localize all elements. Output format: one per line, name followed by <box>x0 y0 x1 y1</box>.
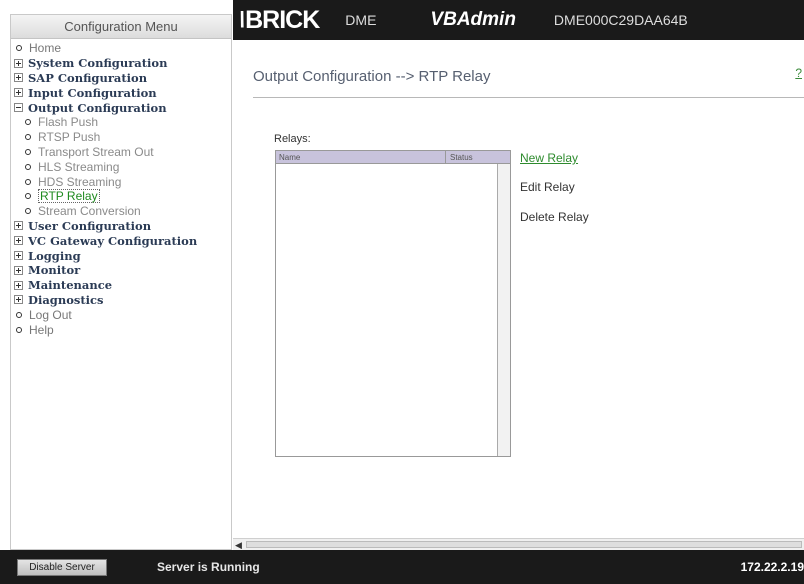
expand-plus-icon[interactable] <box>14 73 23 83</box>
table-scrollbar[interactable] <box>497 164 510 456</box>
menu-item-label: Transport Stream Out <box>38 144 154 159</box>
menu-item-system-configuration[interactable]: System Configuration <box>11 56 231 71</box>
menu-item-label: Flash Push <box>38 115 99 130</box>
menu-item-label: Diagnostics <box>28 292 104 307</box>
menu-item-home[interactable]: Home <box>11 41 231 56</box>
menu-item-label: Input Configuration <box>28 85 157 100</box>
disable-server-button[interactable]: Disable Server <box>17 558 107 576</box>
bullet-icon <box>25 193 31 200</box>
relays-table[interactable]: Name Status <box>275 150 511 457</box>
menu-list: Home System Configuration SAP Configuratio… <box>11 39 231 337</box>
column-header-status[interactable]: Status <box>446 151 510 163</box>
menu-item-label: RTP Relay <box>38 189 100 204</box>
expand-plus-icon[interactable] <box>14 295 23 305</box>
column-header-name[interactable]: Name <box>276 151 446 163</box>
bullet-icon <box>16 45 22 52</box>
server-status: Server is Running <box>157 560 260 574</box>
menu-item-hds-streaming[interactable]: HDS Streaming <box>11 174 231 189</box>
menu-item-help[interactable]: Help <box>11 322 231 337</box>
menu-title: Configuration Menu <box>11 15 231 39</box>
menu-item-monitor[interactable]: Monitor <box>11 263 231 278</box>
expand-plus-icon[interactable] <box>14 265 23 275</box>
collapse-minus-icon[interactable] <box>14 103 23 113</box>
app-name: VBAdmin <box>430 9 516 30</box>
menu-item-label: Monitor <box>28 263 81 278</box>
expand-plus-icon[interactable] <box>14 58 23 68</box>
menu-item-rtp-relay[interactable]: RTP Relay <box>11 189 231 204</box>
vbrick-logo: \ BRICK <box>237 5 320 35</box>
relays-label: Relays: <box>274 133 311 145</box>
menu-item-label: SAP Configuration <box>28 70 148 85</box>
bullet-icon <box>25 134 31 141</box>
server-ip: 172.22.2.19 <box>740 560 804 574</box>
menu-item-vc-gateway-configuration[interactable]: VC Gateway Configuration <box>11 233 231 248</box>
menu-item-label: User Configuration <box>28 218 152 233</box>
expand-plus-icon[interactable] <box>14 251 23 261</box>
device-id: DME000C29DAA64B <box>553 12 688 28</box>
expand-plus-icon[interactable] <box>14 236 23 246</box>
bullet-icon <box>25 163 31 170</box>
menu-item-label: Logging <box>28 248 81 263</box>
page-title: Output Configuration --> RTP Relay <box>253 68 491 85</box>
bullet-icon <box>25 148 31 155</box>
top-header: \ BRICK DME VBAdmin DME000C29DAA64B <box>233 0 804 40</box>
menu-item-label: HDS Streaming <box>38 174 122 189</box>
menu-item-label: System Configuration <box>28 56 168 71</box>
main-content: Output Configuration --> RTP Relay ? Rel… <box>233 40 804 550</box>
edit-relay-link[interactable]: Edit Relay <box>520 180 575 194</box>
menu-item-label: Stream Conversion <box>38 204 141 219</box>
menu-item-logging[interactable]: Logging <box>11 248 231 263</box>
menu-item-sap-configuration[interactable]: SAP Configuration <box>11 71 231 86</box>
title-divider <box>253 97 804 98</box>
menu-item-maintenance[interactable]: Maintenance <box>11 278 231 293</box>
new-relay-link[interactable]: New Relay <box>520 151 578 165</box>
bullet-icon <box>16 311 22 318</box>
expand-plus-icon[interactable] <box>14 280 23 290</box>
menu-item-flash-push[interactable]: Flash Push <box>11 115 231 130</box>
menu-item-stream-conversion[interactable]: Stream Conversion <box>11 204 231 219</box>
menu-item-transport-stream-out[interactable]: Transport Stream Out <box>11 145 231 160</box>
bullet-icon <box>16 326 22 333</box>
bullet-icon <box>25 178 31 185</box>
bullet-icon <box>25 208 31 215</box>
delete-relay-link[interactable]: Delete Relay <box>520 210 589 224</box>
horizontal-scrollbar[interactable]: ◀ <box>233 538 804 550</box>
logo-text: BRICK <box>245 5 320 34</box>
menu-item-label: Home <box>29 41 62 56</box>
menu-item-rtsp-push[interactable]: RTSP Push <box>11 130 231 145</box>
menu-item-label: Maintenance <box>28 278 113 293</box>
app-window: Configuration Menu Home System Configurat… <box>0 0 804 584</box>
scroll-thumb[interactable] <box>246 541 802 548</box>
table-header: Name Status <box>276 151 510 164</box>
expand-plus-icon[interactable] <box>14 88 23 98</box>
status-footer: Disable Server Server is Running 172.22.… <box>0 550 804 584</box>
bullet-icon <box>25 119 31 126</box>
menu-item-label: RTSP Push <box>38 130 101 145</box>
menu-item-label: VC Gateway Configuration <box>28 233 198 248</box>
menu-item-log-out[interactable]: Log Out <box>11 307 231 322</box>
configuration-menu: Configuration Menu Home System Configurat… <box>10 14 232 550</box>
menu-item-label: Log Out <box>29 307 72 322</box>
help-link[interactable]: ? <box>795 66 802 80</box>
menu-item-diagnostics[interactable]: Diagnostics <box>11 293 231 308</box>
menu-item-label: Output Configuration <box>28 100 167 115</box>
menu-item-label: HLS Streaming <box>38 159 120 174</box>
expand-plus-icon[interactable] <box>14 221 23 231</box>
menu-item-input-configuration[interactable]: Input Configuration <box>11 85 231 100</box>
product-label: DME <box>345 12 377 28</box>
menu-item-output-configuration[interactable]: Output Configuration <box>11 100 231 115</box>
menu-item-hls-streaming[interactable]: HLS Streaming <box>11 159 231 174</box>
menu-item-label: Help <box>29 322 54 337</box>
menu-item-user-configuration[interactable]: User Configuration <box>11 219 231 234</box>
